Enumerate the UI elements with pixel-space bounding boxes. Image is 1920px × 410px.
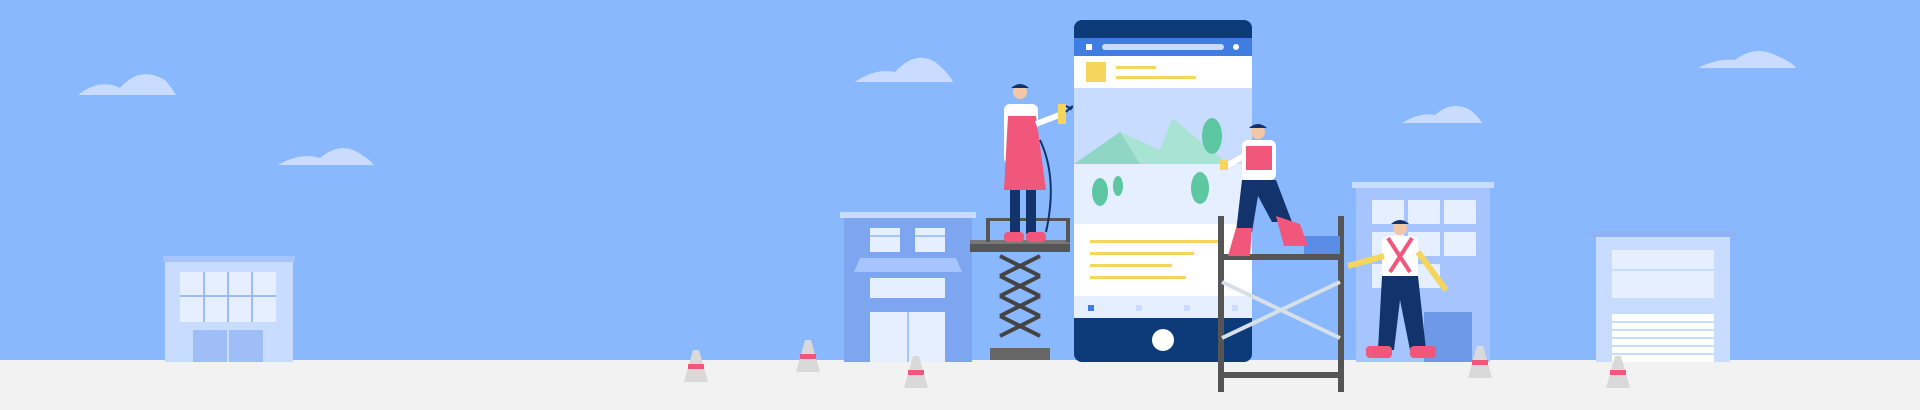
ground (0, 360, 1920, 410)
building-center-left (840, 212, 976, 362)
building-left (163, 256, 295, 362)
building-right (1590, 231, 1736, 362)
phone-mockup-illustration (1074, 20, 1252, 362)
construction-scene (0, 0, 1920, 410)
